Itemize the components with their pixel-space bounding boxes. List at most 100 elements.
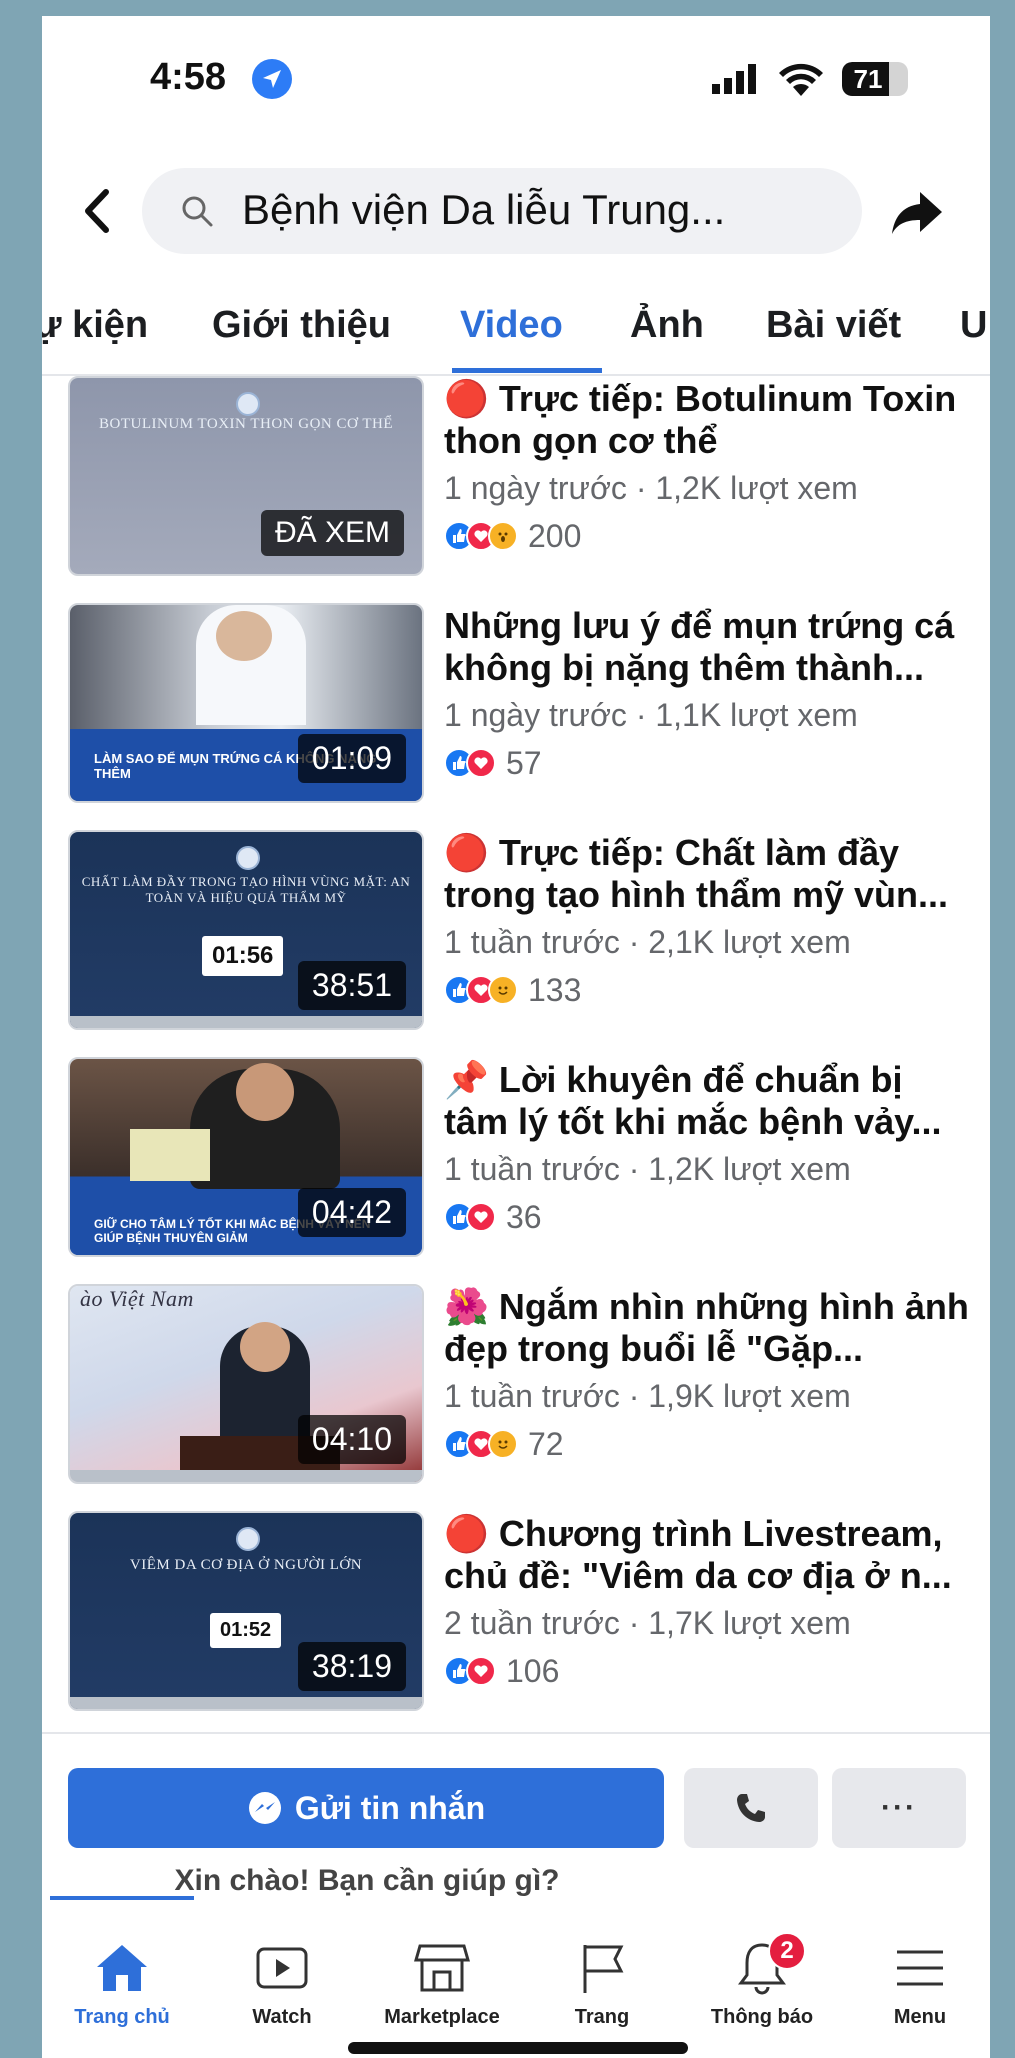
video-meta: 2 tuần trước · 1,7K lượt xem: [444, 1605, 851, 1641]
care-reaction-icon: [488, 1429, 518, 1459]
watched-label: ĐÃ XEM: [260, 510, 404, 556]
home-indicator: [348, 2042, 688, 2054]
reactions[interactable]: 133: [444, 970, 581, 1010]
reaction-count: 106: [506, 1652, 560, 1689]
video-title[interactable]: Những lưu ý để mụn trứng cá không bị nặn…: [444, 605, 974, 689]
back-button[interactable]: [72, 176, 122, 246]
video-meta: 1 tuần trước · 1,9K lượt xem: [444, 1378, 851, 1414]
wifi-icon: [779, 63, 823, 96]
page-tabs: ự kiện Giới thiệu Video Ảnh Bài viết U: [42, 282, 990, 376]
video-item[interactable]: ào Việt Nam 04:10 🌺 Ngắm nhìn những hình…: [42, 1284, 990, 1511]
reaction-count: 72: [528, 1425, 564, 1462]
video-title[interactable]: 🌺 Ngắm nhìn những hình ảnh đẹp trong buổ…: [444, 1286, 974, 1370]
video-duration: 04:10: [297, 1415, 406, 1464]
inner-timer: 01:52: [210, 1613, 282, 1648]
video-meta: 1 tuần trước · 2,1K lượt xem: [444, 924, 851, 960]
status-time: 4:58: [150, 56, 227, 98]
video-item[interactable]: GIỮ CHO TÂM LÝ TỐT KHI MẮC BỆNH VẢY NẾN …: [42, 1057, 990, 1284]
nav-label: Menu: [893, 2006, 947, 2028]
thumbnail-caption: ào Việt Nam: [80, 1286, 194, 1311]
love-reaction-icon: [466, 1656, 496, 1686]
marketplace-icon: [414, 1944, 470, 1992]
love-reaction-icon: [466, 1202, 496, 1232]
status-bar: 4:58 71: [42, 16, 990, 146]
video-thumbnail[interactable]: GIỮ CHO TÂM LÝ TỐT KHI MẮC BỆNH VẢY NẾN …: [68, 1057, 424, 1257]
video-thumbnail[interactable]: CHẤT LÀM ĐẦY TRONG TẠO HÌNH VÙNG MẶT: AN…: [68, 830, 424, 1030]
reactions[interactable]: 36: [444, 1197, 542, 1237]
nav-label: Watch: [252, 2006, 312, 2028]
nav-menu[interactable]: Menu: [850, 1936, 990, 2029]
search-bar[interactable]: Bệnh viện Da liễu Trung...: [142, 168, 862, 254]
tab-video[interactable]: Video: [460, 304, 563, 347]
video-thumbnail[interactable]: ào Việt Nam 04:10: [68, 1284, 424, 1484]
video-title[interactable]: 🔴 Trực tiếp: Chất làm đầy trong tạo hình…: [444, 832, 974, 916]
watch-icon: [256, 1947, 308, 1989]
share-arrow-icon: [892, 192, 942, 234]
video-title[interactable]: 🔴 Chương trình Livestream, chủ đề: "Viêm…: [444, 1513, 974, 1597]
video-thumbnail[interactable]: LÀM SAO ĐỂ MỤN TRỨNG CÁ KHÔNG NẶNG THÊM …: [68, 603, 424, 803]
thumbnail-caption: BOTULINUM TOXIN THON GỌN CƠ THỂ: [99, 416, 393, 432]
video-list: BOTULINUM TOXIN THON GỌN CƠ THỂ ĐÃ XEM 🔴…: [42, 376, 990, 1756]
phone-screen: 4:58 71 Bệnh viện Da liễu Trung... ự kiệ…: [42, 16, 990, 2058]
video-meta: 1 ngày trước · 1,2K lượt xem: [444, 470, 858, 506]
hospital-logo: [236, 1527, 260, 1551]
send-message-button[interactable]: Gửi tin nhắn: [68, 1768, 664, 1848]
tab-su-kien[interactable]: ự kiện: [42, 304, 148, 347]
video-item[interactable]: VIÊM DA CƠ ĐỊA Ở NGƯỜI LỚN 01:52 38:19 🔴…: [42, 1511, 990, 1738]
video-title[interactable]: 📌 Lời khuyên để chuẩn bị tâm lý tốt khi …: [444, 1059, 974, 1143]
tab-bai-viet[interactable]: Bài viết: [766, 304, 901, 347]
flag-icon: [583, 1945, 624, 1993]
video-duration: 38:51: [297, 961, 406, 1010]
search-query: Bệnh viện Da liễu Trung...: [242, 186, 726, 233]
video-duration: 01:09: [297, 734, 406, 783]
reaction-count: 200: [528, 517, 582, 554]
more-options-button[interactable]: ···: [832, 1768, 966, 1848]
reactions[interactable]: 200: [444, 516, 581, 556]
share-button[interactable]: [882, 178, 952, 248]
nav-label: Marketplace: [384, 2006, 500, 2028]
hospital-logo: [236, 846, 260, 870]
location-icon: [252, 59, 292, 99]
nav-watch[interactable]: Watch: [212, 1936, 352, 2029]
video-item[interactable]: BOTULINUM TOXIN THON GỌN CƠ THỂ ĐÃ XEM 🔴…: [42, 376, 990, 603]
video-meta: 1 tuần trước · 1,2K lượt xem: [444, 1151, 851, 1187]
call-button[interactable]: [684, 1768, 818, 1848]
send-message-label: Gửi tin nhắn: [294, 1789, 486, 1826]
progress-strip: [70, 1470, 422, 1482]
nav-marketplace[interactable]: Marketplace: [372, 1936, 512, 2029]
home-icon: [97, 1945, 147, 1991]
notification-badge: 2: [768, 1932, 806, 1970]
video-duration: 38:19: [297, 1642, 406, 1691]
phone-icon: [737, 1794, 765, 1822]
greeting-prompt[interactable]: Xin chào! Bạn cần giúp gì?: [42, 1864, 622, 1898]
messenger-icon: [248, 1792, 281, 1824]
reactions[interactable]: 106: [444, 1651, 559, 1691]
nav-pages[interactable]: Trang: [532, 1936, 672, 2029]
reactions[interactable]: 57: [444, 743, 542, 783]
cellular-signal-icon: [712, 64, 756, 94]
battery-percent: 71: [853, 64, 883, 94]
nav-label: Thông báo: [710, 2006, 814, 2028]
hospital-logo: [236, 392, 260, 416]
reaction-count: 57: [506, 744, 542, 781]
search-icon: [182, 196, 213, 227]
video-title[interactable]: 🔴 Trực tiếp: Botulinum Toxin thon gọn cơ…: [444, 378, 974, 462]
video-thumbnail[interactable]: VIÊM DA CƠ ĐỊA Ở NGƯỜI LỚN 01:52 38:19: [68, 1511, 424, 1711]
nav-notifications[interactable]: 2 Thông báo: [692, 1932, 832, 2029]
chevron-left-icon: [85, 189, 109, 233]
active-tab-indicator: [452, 368, 602, 373]
tab-anh[interactable]: Ảnh: [630, 304, 704, 347]
care-reaction-icon: [488, 975, 518, 1005]
tab-more[interactable]: U: [960, 304, 987, 347]
video-item[interactable]: CHẤT LÀM ĐẦY TRONG TẠO HÌNH VÙNG MẶT: AN…: [42, 830, 990, 1057]
video-meta: 1 ngày trước · 1,1K lượt xem: [444, 697, 858, 733]
reaction-count: 133: [528, 971, 582, 1008]
inner-timer: 01:56: [202, 936, 284, 976]
nav-home[interactable]: Trang chủ: [52, 1936, 192, 2029]
reactions[interactable]: 72: [444, 1424, 564, 1464]
video-item[interactable]: LÀM SAO ĐỂ MỤN TRỨNG CÁ KHÔNG NẶNG THÊM …: [42, 603, 990, 830]
video-thumbnail[interactable]: BOTULINUM TOXIN THON GỌN CƠ THỂ ĐÃ XEM: [68, 376, 424, 576]
tab-gioi-thieu[interactable]: Giới thiệu: [212, 304, 391, 347]
nav-active-indicator: [50, 1896, 194, 1900]
bottom-nav: Trang chủ Watch Marketplace Trang 2 Thôn…: [42, 1896, 990, 2036]
